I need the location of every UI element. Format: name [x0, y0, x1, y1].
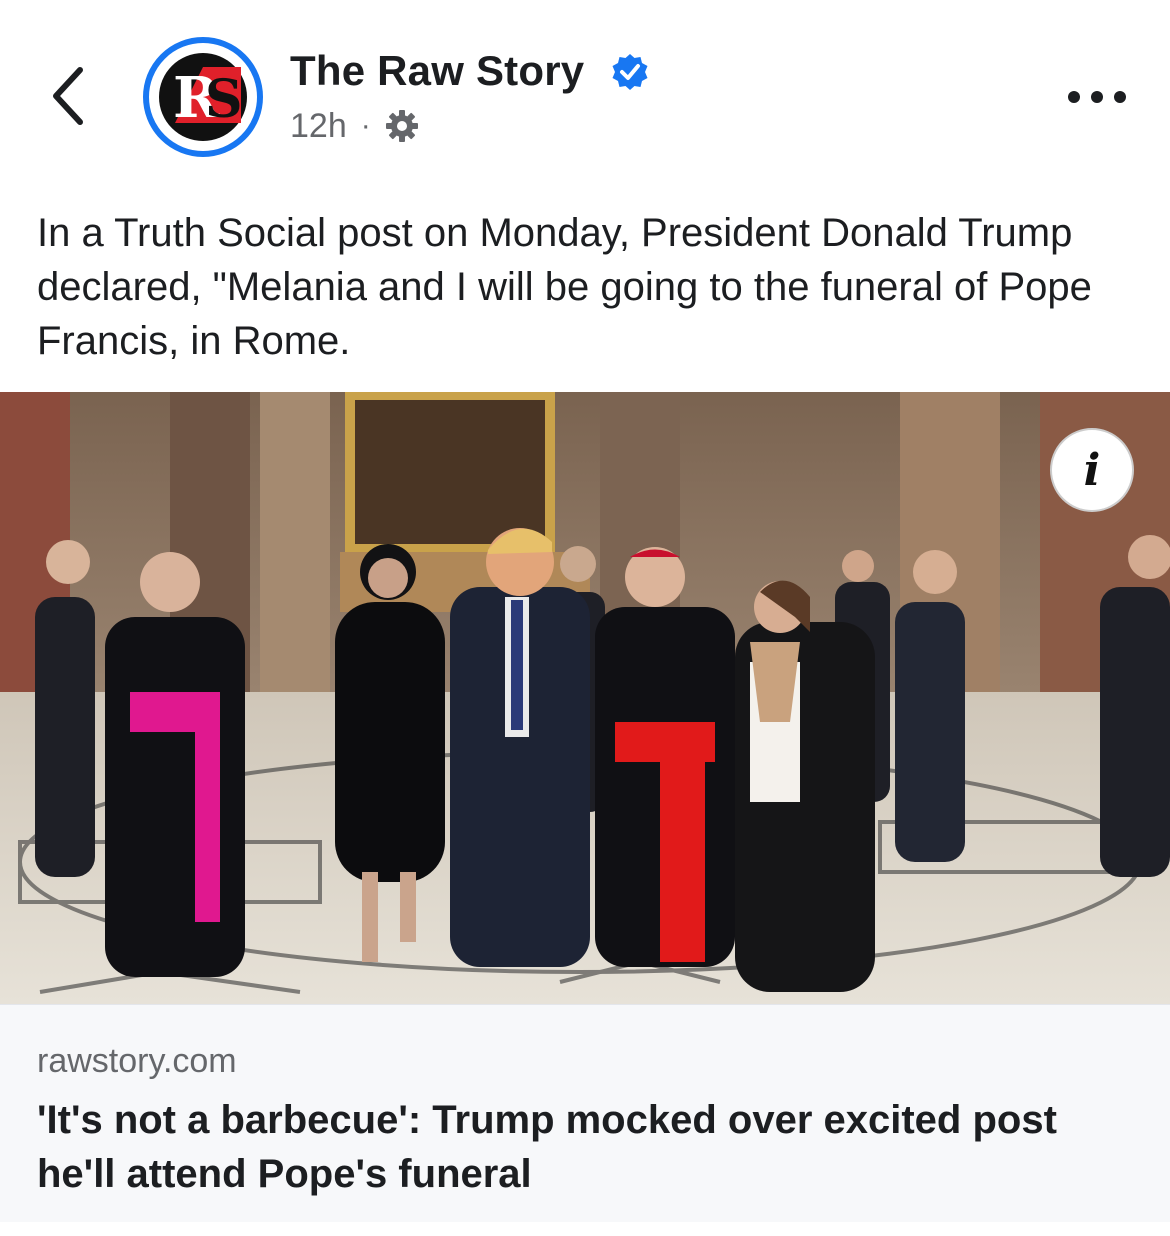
raw-story-logo: R S — [159, 53, 247, 141]
gear-icon[interactable] — [385, 109, 419, 143]
page-name[interactable]: The Raw Story — [290, 44, 584, 98]
link-preview-card[interactable]: rawstory.com 'It's not a barbecue': Trum… — [0, 1004, 1170, 1222]
link-domain: rawstory.com — [37, 1042, 237, 1080]
post-text: In a Truth Social post on Monday, Presid… — [37, 211, 1092, 363]
info-button[interactable]: i — [1050, 428, 1134, 512]
more-horizontal-icon — [1068, 91, 1126, 103]
back-button[interactable] — [42, 60, 102, 130]
basilica-photo — [0, 392, 1170, 1004]
verified-badge-icon — [612, 54, 648, 90]
post-header: R S The Raw Story 12h · — [0, 0, 1170, 180]
chevron-left-icon — [53, 67, 83, 125]
post-meta: 12h · — [290, 104, 419, 148]
more-options-button[interactable] — [1062, 80, 1132, 114]
post-image[interactable] — [0, 392, 1170, 1004]
svg-text:S: S — [205, 69, 243, 130]
post-time[interactable]: 12h — [290, 104, 347, 148]
link-title[interactable]: 'It's not a barbecue': Trump mocked over… — [37, 1093, 1127, 1201]
meta-separator: · — [360, 109, 371, 142]
page-avatar[interactable]: R S — [143, 37, 263, 157]
